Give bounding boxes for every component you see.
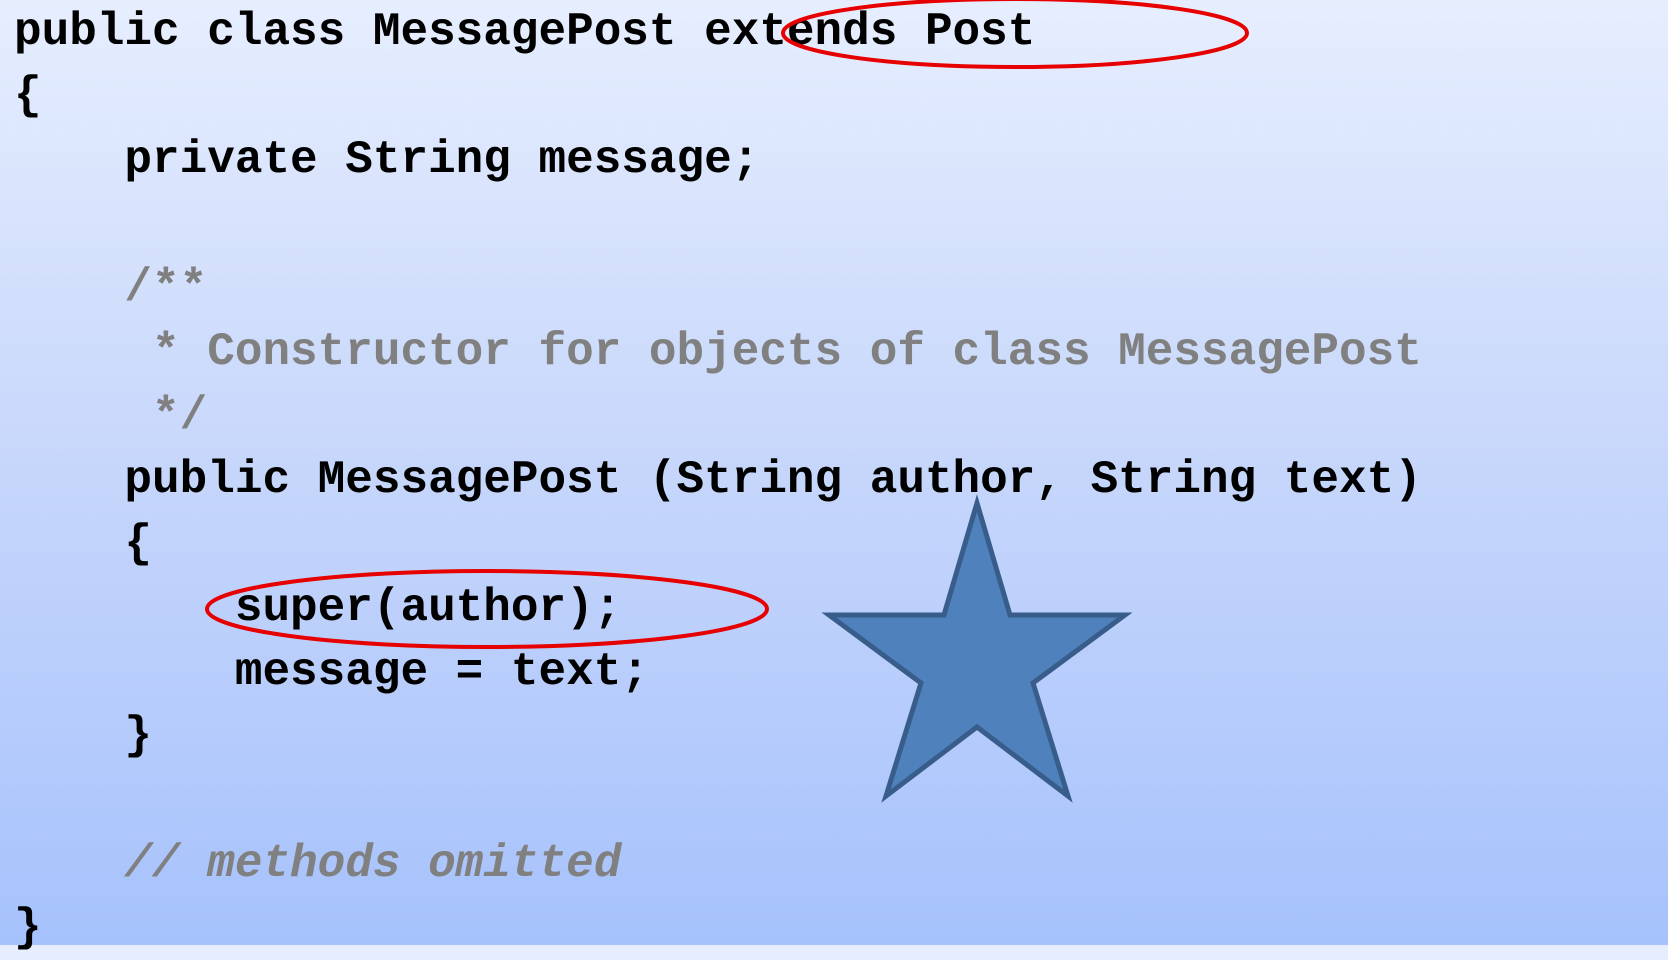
- code-line-doc-comment-open: /**: [14, 262, 208, 314]
- code-line-constructor-signature: public MessagePost (String author, Strin…: [14, 454, 1422, 506]
- code-line-class-declaration: public class MessagePost extends Post: [14, 6, 1036, 58]
- code-line-constructor-close-brace: }: [14, 710, 153, 762]
- code-line-doc-comment-close: */: [14, 390, 208, 442]
- code-line-super-call: super(author);: [14, 582, 622, 634]
- code-line-doc-comment-text: * Constructor for objects of class Messa…: [14, 326, 1422, 378]
- code-line-class-close-brace: }: [14, 902, 42, 954]
- code-line-blank-2: [14, 768, 1422, 832]
- code-slide: public class MessagePost extends Post { p…: [0, 0, 1668, 954]
- code-line-constructor-open-brace: {: [14, 518, 153, 570]
- code-line-class-open-brace: {: [14, 70, 42, 122]
- code-line-field-assignment: message = text;: [14, 646, 649, 698]
- code-block: public class MessagePost extends Post { p…: [14, 0, 1422, 960]
- code-line-methods-comment: // methods omitted: [14, 838, 622, 890]
- code-line-field-declaration: private String message;: [14, 134, 760, 186]
